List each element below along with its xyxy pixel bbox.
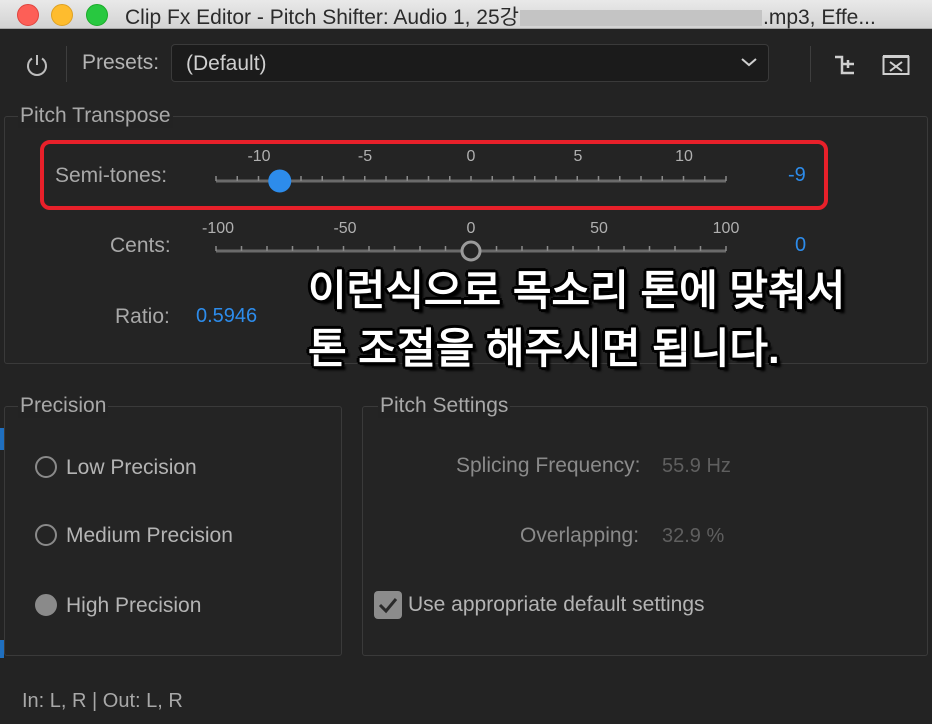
zoom-window-button[interactable] [86, 4, 108, 26]
medium-precision-radio[interactable] [35, 524, 57, 546]
background-accent [0, 640, 4, 658]
pitch-settings-legend: Pitch Settings [378, 394, 511, 418]
title-bar: Clip Fx Editor - Pitch Shifter: Audio 1,… [0, 0, 932, 29]
default-settings-checkbox[interactable] [374, 591, 402, 619]
io-channels-status: In: L, R | Out: L, R [22, 690, 183, 712]
high-precision-label[interactable]: High Precision [66, 594, 201, 618]
redacted-filename [520, 10, 762, 27]
pitch-transpose-legend: Pitch Transpose [18, 104, 173, 128]
cents-value[interactable]: 0 [795, 234, 806, 257]
splicing-frequency-value[interactable]: 55.9 Hz [662, 455, 731, 478]
overlapping-label: Overlapping: [520, 524, 640, 547]
semitones-value[interactable]: -9 [788, 164, 806, 187]
tick-label: -5 [357, 148, 373, 165]
toolbar-divider [66, 46, 67, 82]
routing-icon[interactable] [832, 52, 858, 78]
semitones-tick-labels: -10 -5 0 5 10 [216, 148, 726, 168]
close-window-button[interactable] [17, 4, 39, 26]
checkmark-icon [378, 598, 398, 614]
precision-legend: Precision [18, 394, 109, 418]
pitch-settings-panel [362, 406, 928, 656]
chevron-down-icon [741, 58, 757, 67]
tick-label: 0 [466, 148, 476, 165]
default-settings-label[interactable]: Use appropriate default settings [408, 593, 705, 617]
slider-handle[interactable] [268, 169, 292, 193]
overlapping-value[interactable]: 32.9 % [662, 525, 724, 548]
annotation-line-2: 톤 조절을 해주시면 됩니다. [308, 325, 780, 372]
presets-dropdown[interactable]: (Default) [171, 44, 769, 82]
ratio-value: 0.5946 [196, 305, 258, 327]
tick-label: -10 [247, 148, 271, 165]
presets-label: Presets: [82, 51, 160, 74]
preset-value: (Default) [186, 52, 267, 75]
power-icon[interactable] [24, 52, 50, 78]
low-precision-radio[interactable] [35, 456, 57, 478]
medium-precision-label[interactable]: Medium Precision [66, 524, 233, 548]
low-precision-label[interactable]: Low Precision [66, 456, 197, 480]
window-title: Clip Fx Editor - Pitch Shifter: Audio 1,… [125, 6, 876, 29]
slider-handle[interactable] [460, 240, 482, 262]
tick-label: 10 [675, 148, 693, 165]
annotation-line-1: 이런식으로 목소리 톤에 맞춰서 [308, 267, 846, 314]
close-box-icon[interactable] [882, 54, 910, 76]
ratio-label: Ratio: [115, 305, 170, 328]
high-precision-radio[interactable] [35, 594, 57, 616]
toolbar-divider [810, 46, 811, 82]
minimize-window-button[interactable] [51, 4, 73, 26]
splicing-frequency-label: Splicing Frequency: [456, 454, 641, 477]
cents-label: Cents: [110, 234, 171, 257]
tick-label: 5 [573, 148, 583, 165]
annotation-caption: 이런식으로 목소리 톤에 맞춰서 톤 조절을 해주시면 됩니다. [308, 262, 845, 378]
semitones-slider[interactable] [210, 166, 734, 196]
background-accent [0, 428, 4, 450]
semitones-label: Semi-tones: [55, 164, 168, 187]
